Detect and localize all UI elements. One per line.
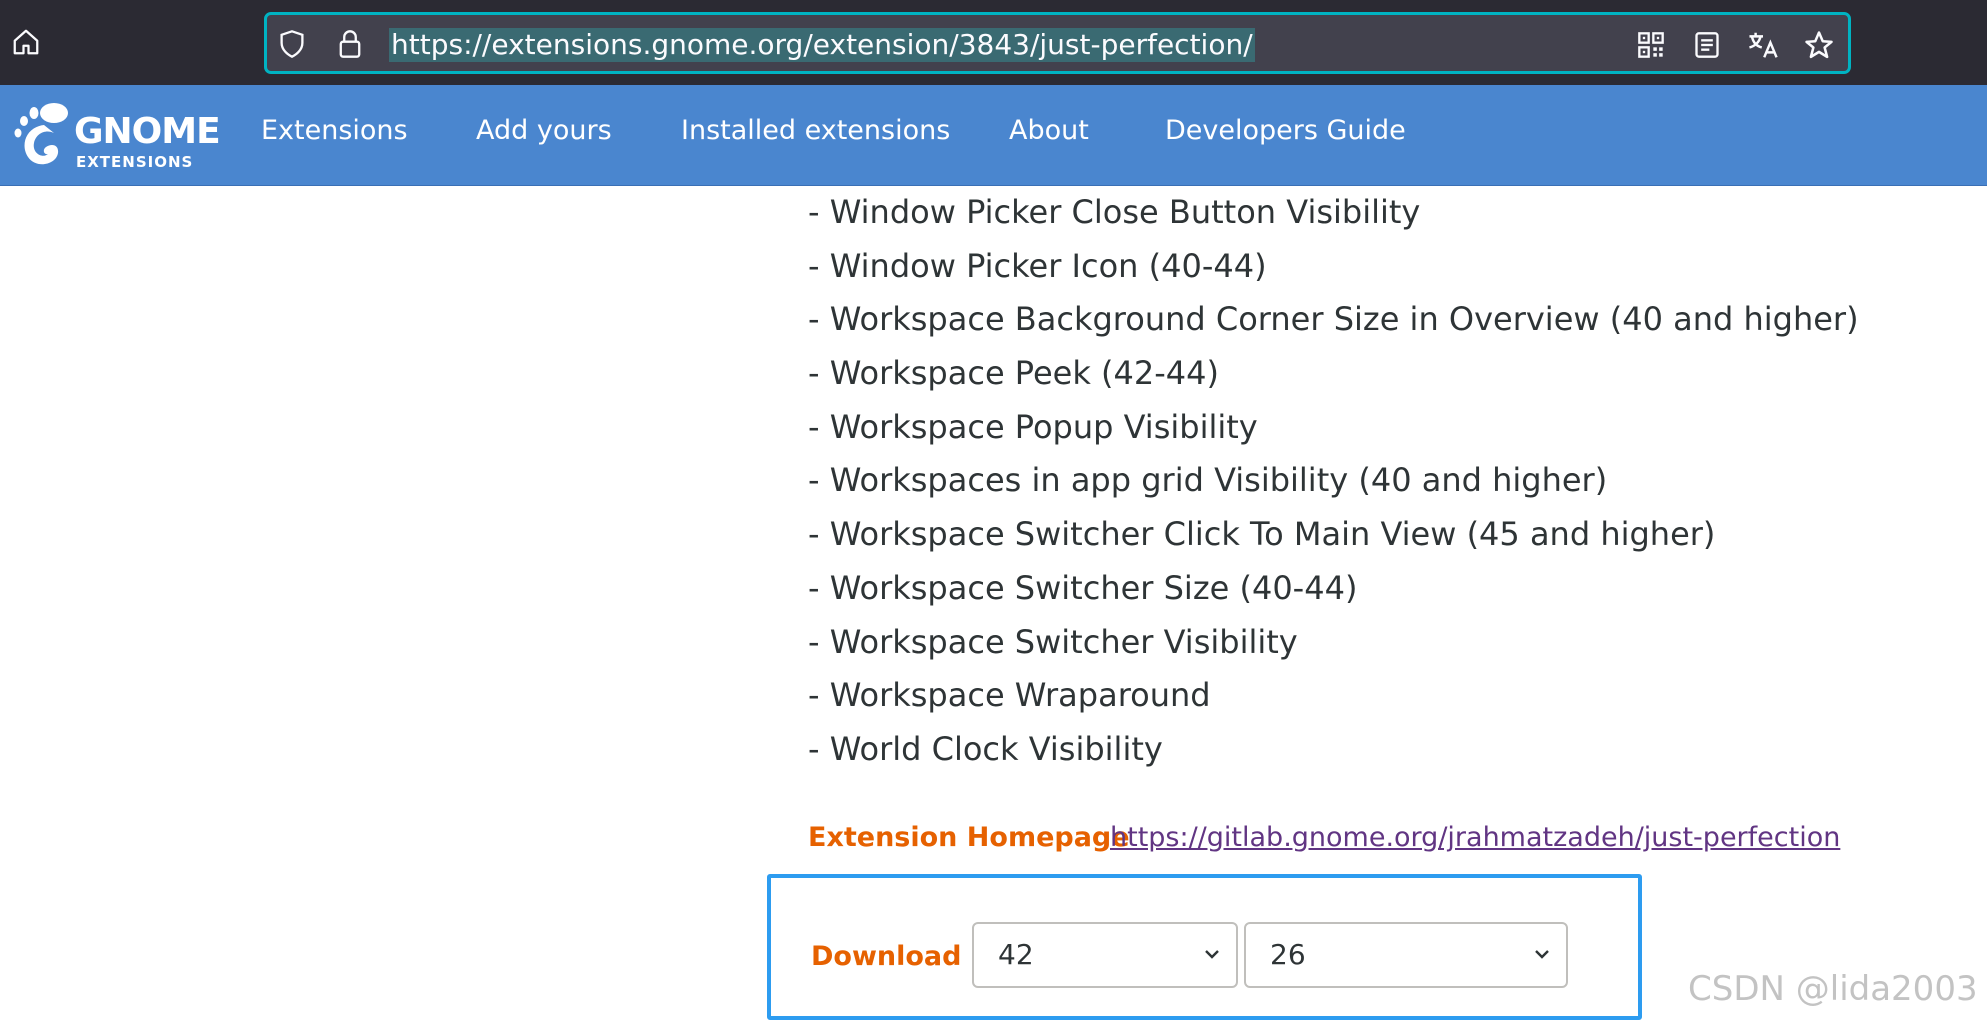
feature-item: - Workspace Switcher Size (40-44) — [808, 568, 1358, 607]
gnome-foot-icon — [14, 103, 68, 165]
browser-toolbar: https://extensions.gnome.org/extension/3… — [0, 0, 1987, 85]
feature-item: - Workspace Switcher Click To Main View … — [808, 515, 1716, 554]
shell-version-select[interactable]: 42 — [972, 922, 1238, 988]
feature-item: - Workspace Background Corner Size in Ov… — [808, 300, 1859, 339]
site-header: GNOME EXTENSIONS Extensions Add yours In… — [0, 85, 1987, 186]
shield-icon[interactable] — [277, 29, 307, 59]
feature-item: - Workspace Switcher Visibility — [808, 622, 1298, 661]
feature-item: - Workspace Wraparound — [808, 676, 1211, 715]
home-icon[interactable] — [8, 24, 44, 60]
url-bar[interactable]: https://extensions.gnome.org/extension/3… — [264, 12, 1851, 74]
nav-extensions[interactable]: Extensions — [261, 115, 408, 146]
feature-item: - World Clock Visibility — [808, 729, 1163, 768]
feature-item: - Workspace Peek (42-44) — [808, 354, 1219, 393]
feature-item: - Workspace Popup Visibility — [808, 407, 1258, 446]
extension-version-value: 26 — [1270, 938, 1306, 971]
bookmark-star-icon[interactable] — [1803, 29, 1835, 61]
download-section: Download 42 26 — [767, 874, 1642, 1020]
feature-item: - Window Picker Close Button Visibility — [808, 193, 1421, 231]
logo-wordmark: GNOME — [74, 111, 221, 152]
logo-subtitle: EXTENSIONS — [76, 153, 194, 171]
extension-homepage-label: Extension Homepage — [808, 822, 1130, 853]
feature-item: - Window Picker Icon (40-44) — [808, 246, 1267, 285]
reader-view-icon[interactable] — [1691, 29, 1723, 61]
nav-add-yours[interactable]: Add yours — [476, 115, 612, 146]
feature-item: - Workspaces in app grid Visibility (40 … — [808, 461, 1608, 500]
watermark: CSDN @lida2003 — [1688, 969, 1978, 1009]
chevron-down-icon — [1535, 950, 1549, 959]
extension-version-select[interactable]: 26 — [1244, 922, 1568, 988]
shell-version-value: 42 — [998, 938, 1034, 971]
gnome-extensions-logo[interactable]: GNOME EXTENSIONS — [14, 101, 221, 173]
nav-installed-extensions[interactable]: Installed extensions — [681, 115, 950, 146]
url-text[interactable]: https://extensions.gnome.org/extension/3… — [389, 28, 1255, 62]
chevron-down-icon — [1205, 950, 1219, 959]
translate-icon[interactable] — [1747, 29, 1779, 61]
lock-icon[interactable] — [335, 29, 365, 59]
nav-about[interactable]: About — [1009, 115, 1089, 146]
qr-code-icon[interactable] — [1635, 29, 1667, 61]
download-label: Download — [811, 941, 962, 972]
feature-list: - Window Picker Close Button Visibility … — [808, 186, 1859, 777]
nav-developers-guide[interactable]: Developers Guide — [1165, 115, 1406, 146]
extension-homepage-link[interactable]: https://gitlab.gnome.org/jrahmatzadeh/ju… — [1110, 822, 1840, 853]
